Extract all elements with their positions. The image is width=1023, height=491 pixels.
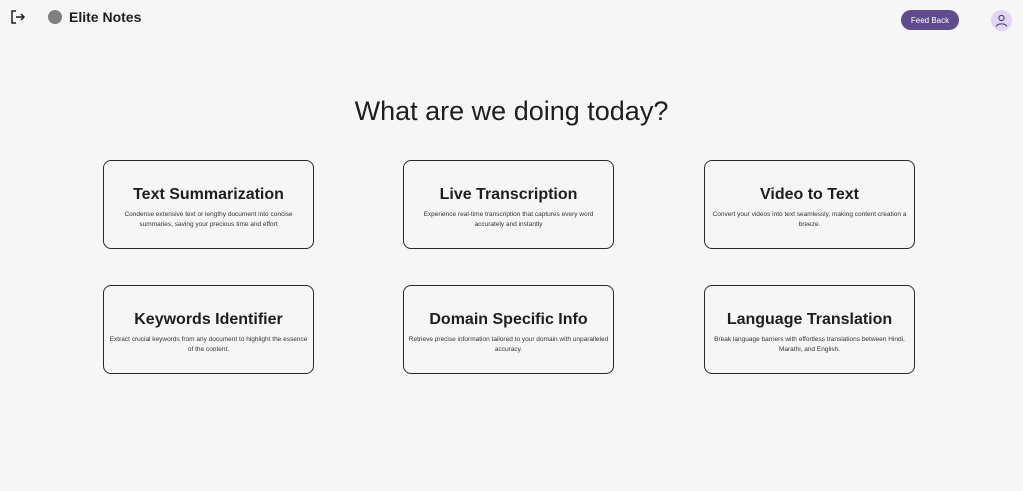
card-keywords-identifier[interactable]: Keywords Identifier Extract crucial keyw… xyxy=(103,285,314,374)
card-title: Language Translation xyxy=(726,311,893,328)
card-language-translation[interactable]: Language Translation Break language barr… xyxy=(704,285,915,374)
card-title: Live Transcription xyxy=(439,186,578,203)
card-live-transcription[interactable]: Live Transcription Experience real-time … xyxy=(403,160,614,249)
logout-icon xyxy=(11,10,26,24)
logout-button[interactable] xyxy=(9,9,27,25)
feedback-button[interactable]: Feed Back xyxy=(901,10,959,30)
card-description: Convert your videos into text seamlessly… xyxy=(712,211,907,228)
card-description: Extract crucial keywords from any docume… xyxy=(109,336,308,353)
card-domain-specific-info[interactable]: Domain Specific Info Retrieve precise in… xyxy=(403,285,614,374)
card-title: Keywords Identifier xyxy=(134,311,283,328)
card-title: Text Summarization xyxy=(133,186,284,203)
card-description: Condense extensive text or lengthy docum… xyxy=(124,211,293,228)
card-title: Video to Text xyxy=(760,186,859,203)
card-text-summarization[interactable]: Text Summarization Condense extensive te… xyxy=(103,160,314,249)
card-description: Break language barriers with effortless … xyxy=(714,336,905,353)
avatar[interactable] xyxy=(991,10,1012,31)
card-description: Retrieve precise information tailored to… xyxy=(408,336,609,353)
top-bar: Elite Notes Feed Back xyxy=(0,0,1023,40)
card-title: Domain Specific Info xyxy=(429,311,588,328)
card-description: Experience real-time transcription that … xyxy=(423,211,594,228)
user-icon xyxy=(995,14,1008,27)
app-title: Elite Notes xyxy=(69,9,142,25)
card-video-to-text[interactable]: Video to Text Convert your videos into t… xyxy=(704,160,915,249)
page-title: What are we doing today? xyxy=(354,96,669,126)
logo-icon xyxy=(48,10,62,24)
